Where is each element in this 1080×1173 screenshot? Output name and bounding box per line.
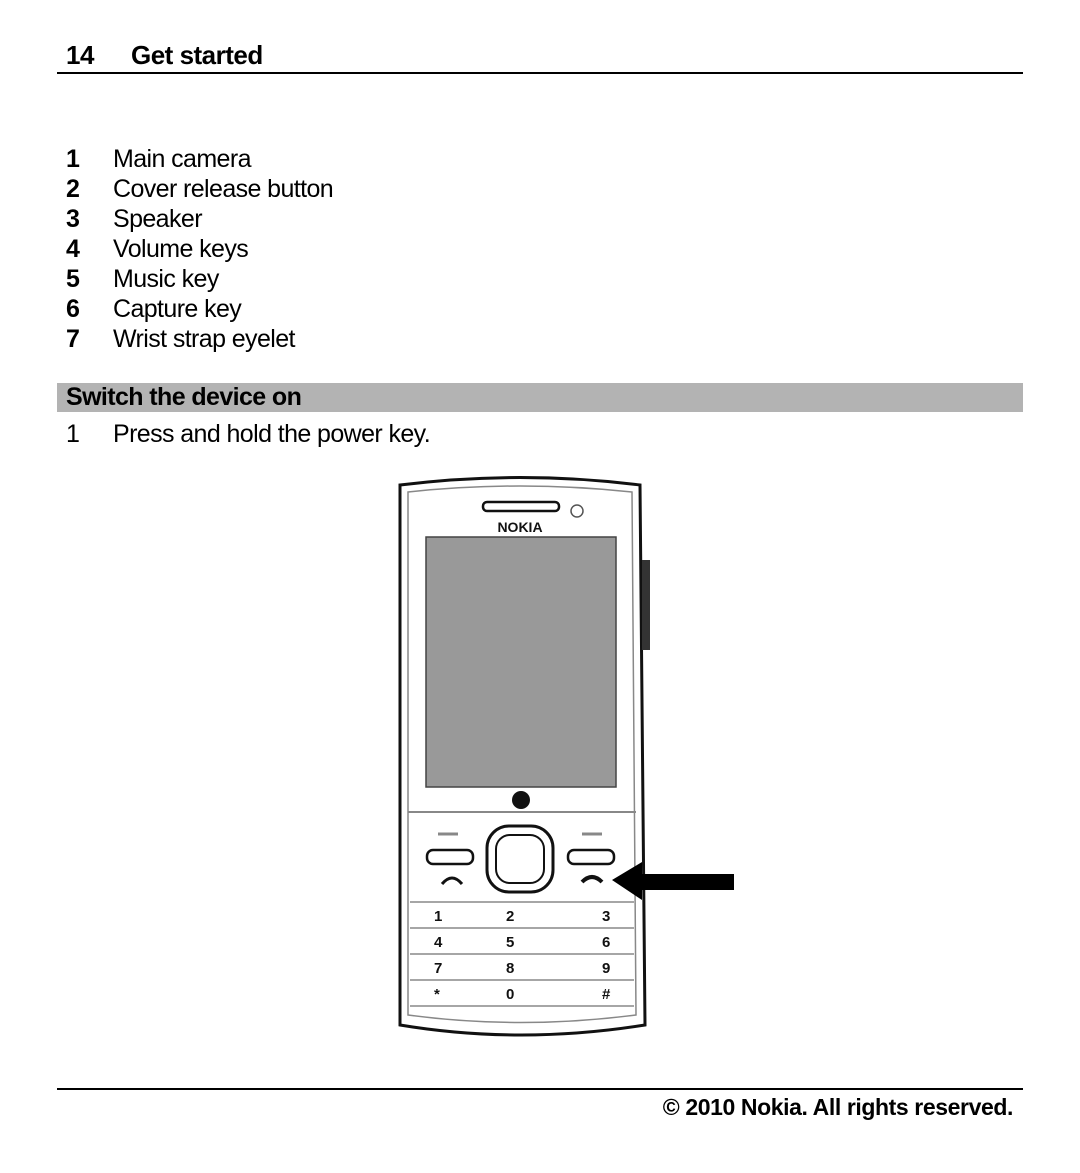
key-5: 5 xyxy=(506,934,514,951)
key-1: 1 xyxy=(434,908,442,925)
left-softkey xyxy=(425,848,475,866)
chapter-title: Get started xyxy=(131,40,263,70)
key-hash: # xyxy=(602,986,611,1003)
key-4: 4 xyxy=(434,934,443,951)
key-7: 7 xyxy=(434,960,442,977)
legend-item: 1 Main camera xyxy=(66,144,252,173)
earpiece-speaker-icon xyxy=(481,500,561,513)
legend-item: 2 Cover release button xyxy=(66,174,334,203)
legend-item: 3 Speaker xyxy=(66,204,203,233)
copyright: © 2010 Nokia. All rights reserved. xyxy=(662,1094,1014,1120)
section-heading: Switch the device on xyxy=(57,383,1023,412)
key-star: * xyxy=(434,986,440,1003)
key-0: 0 xyxy=(506,986,514,1003)
step-item: 1 Press and hold the power key. xyxy=(66,420,431,448)
brand-logo: NOKIA xyxy=(497,519,542,535)
legend-item: 5 Music key xyxy=(66,264,219,293)
key-3: 3 xyxy=(602,908,610,925)
operator-logo-icon xyxy=(512,791,530,809)
key-8: 8 xyxy=(506,960,514,977)
page-number: 14 xyxy=(66,40,94,70)
screen xyxy=(425,536,617,788)
legend-item: 7 Wrist strap eyelet xyxy=(66,324,295,353)
side-key xyxy=(642,560,650,650)
parts-legend: 1 Main camera 2 Cover release button 3 Spea… xyxy=(66,144,334,354)
phone-illustration: NOKIA 1 2 3 4 5 6 7 8 9 * 0 # xyxy=(398,476,734,1037)
clear-key xyxy=(566,848,616,866)
key-9: 9 xyxy=(602,960,610,977)
footer-divider xyxy=(57,1088,1023,1090)
key-6: 6 xyxy=(602,934,610,951)
key-2: 2 xyxy=(506,908,514,925)
legend-item: 6 Capture key xyxy=(66,294,242,323)
page-header: 14 Get started xyxy=(57,40,1023,74)
legend-item: 4 Volume keys xyxy=(66,234,249,263)
